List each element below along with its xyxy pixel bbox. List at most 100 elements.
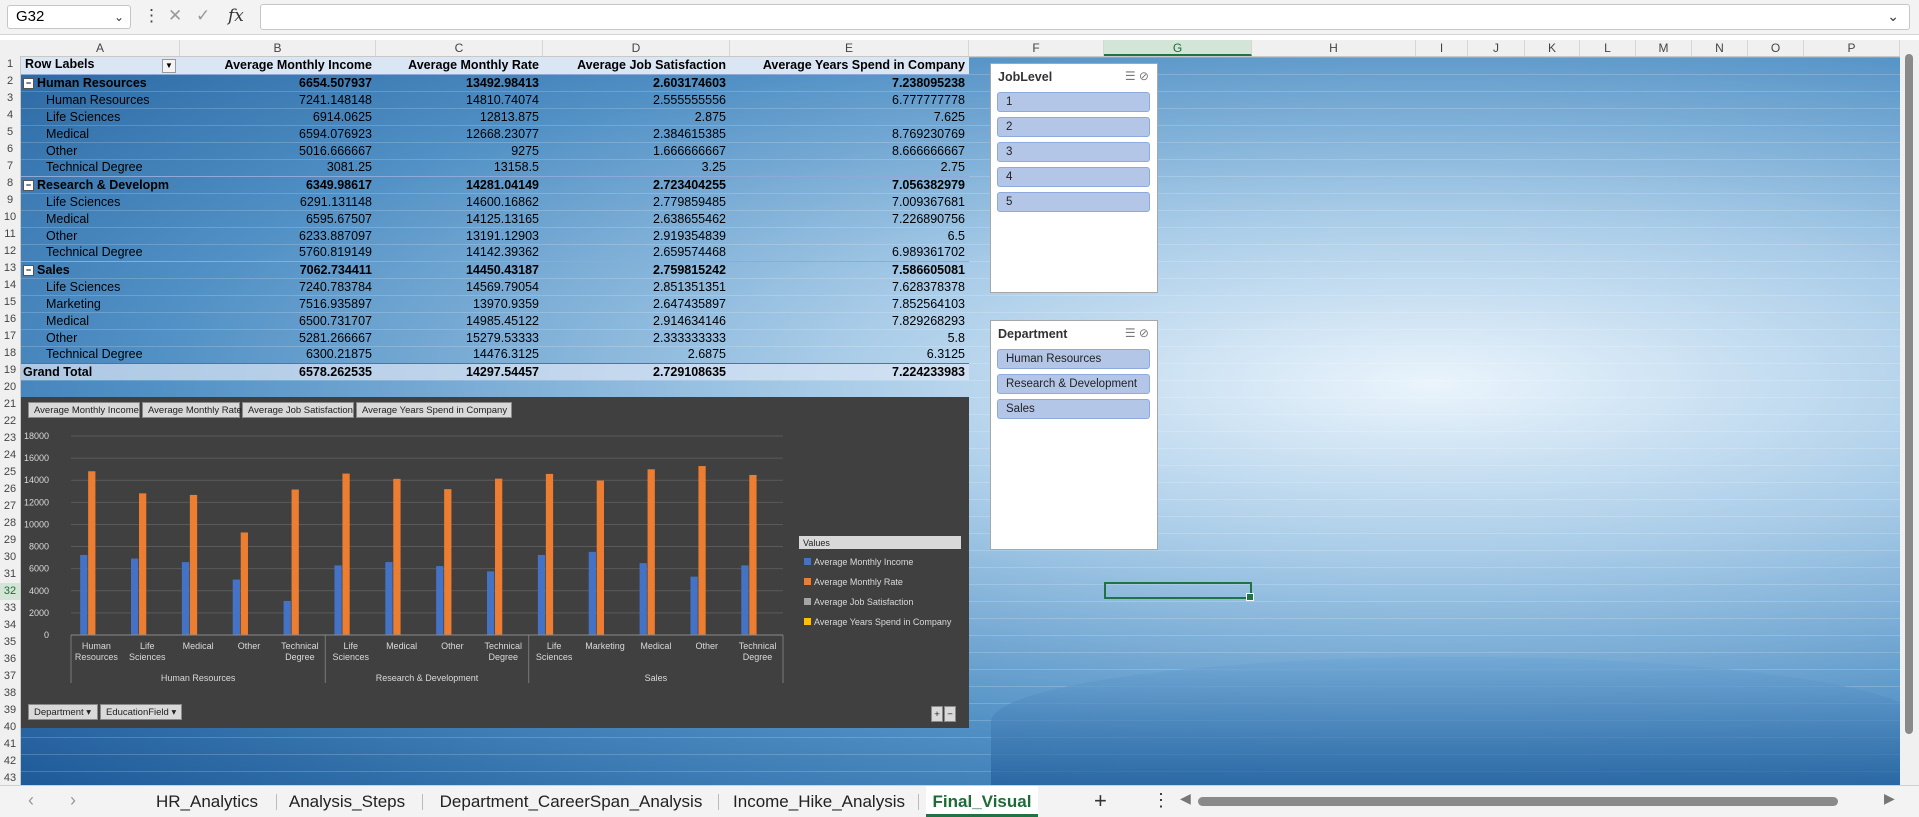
value-cell[interactable]: 1.666666667	[543, 142, 730, 159]
column-header[interactable]: P	[1804, 40, 1900, 56]
sheet-tab[interactable]: Final_Visual	[926, 786, 1038, 817]
row-label-cell[interactable]: Marketing	[21, 295, 180, 312]
value-field-button[interactable]: Average Monthly Rate	[142, 402, 240, 418]
value-cell[interactable]: 12668.23077	[376, 125, 543, 142]
value-cell[interactable]: 14476.3125	[376, 346, 543, 363]
value-field-button[interactable]: Average Years Spend in Company	[356, 402, 512, 418]
row-label-cell[interactable]: Life Sciences	[21, 193, 180, 210]
row-header[interactable]: 35	[0, 634, 20, 651]
row-header[interactable]: 31	[0, 566, 20, 583]
pivot-group-row[interactable]: −Sales7062.73441114450.431872.7598152427…	[21, 261, 969, 278]
pivot-chart[interactable]: 0200040006000800010000120001400016000180…	[21, 397, 969, 728]
value-cell[interactable]: 7.224233983	[730, 363, 969, 380]
row-label-cell[interactable]: Technical Degree	[21, 159, 180, 176]
value-cell[interactable]: 7062.734411	[180, 261, 376, 278]
value-cell[interactable]: 13191.12903	[376, 227, 543, 244]
column-header[interactable]: J	[1468, 40, 1525, 56]
row-header[interactable]: 4	[0, 107, 20, 124]
row-header[interactable]: 22	[0, 413, 20, 430]
pivot-row[interactable]: Medical6594.07692312668.230772.384615385…	[21, 125, 969, 142]
value-cell[interactable]: 2.723404255	[543, 176, 730, 193]
value-cell[interactable]: 6.3125	[730, 346, 969, 363]
row-header[interactable]: 30	[0, 549, 20, 566]
value-cell[interactable]: 2.875	[543, 108, 730, 125]
department-slicer[interactable]: Department ☰ ⊘ Human ResourcesResearch &…	[990, 320, 1158, 550]
row-header[interactable]: 27	[0, 498, 20, 515]
value-cell[interactable]: 7241.148148	[180, 91, 376, 108]
row-header[interactable]: 9	[0, 192, 20, 209]
value-cell[interactable]: 14281.04149	[376, 176, 543, 193]
value-cell[interactable]: 2.6875	[543, 346, 730, 363]
dropdown-arrow-icon[interactable]: ▾	[169, 707, 176, 718]
multi-select-icon[interactable]: ☰ ⊘	[1125, 69, 1149, 83]
vertical-scrollbar[interactable]	[1900, 40, 1919, 785]
value-cell[interactable]: 14569.79054	[376, 278, 543, 295]
column-header[interactable]: K	[1525, 40, 1580, 56]
row-label-cell[interactable]: Other	[21, 227, 180, 244]
worksheet[interactable]: ABCDEFGHIJKLMNOPQ 1234567891011121314151…	[0, 40, 1919, 785]
slicer-item[interactable]: Sales	[997, 399, 1150, 419]
horizontal-scrollbar[interactable]	[1198, 794, 1878, 808]
axis-field-button[interactable]: EducationField ▾	[100, 704, 182, 720]
value-cell[interactable]: 2.659574468	[543, 244, 730, 261]
row-header[interactable]: 5	[0, 124, 20, 141]
row-header[interactable]: 18	[0, 345, 20, 362]
value-cell[interactable]: 2.759815242	[543, 261, 730, 278]
row-header[interactable]: 19	[0, 362, 20, 379]
row-header[interactable]: 21	[0, 396, 20, 413]
value-cell[interactable]: 7.625	[730, 108, 969, 125]
value-cell[interactable]: 6.777777778	[730, 91, 969, 108]
value-cell[interactable]: 14985.45122	[376, 312, 543, 329]
row-label-cell[interactable]: Medical	[21, 125, 180, 142]
column-header[interactable]: L	[1580, 40, 1636, 56]
column-header[interactable]: G	[1104, 40, 1252, 56]
more-options-icon[interactable]: ⋮	[143, 6, 160, 26]
value-cell[interactable]: 5016.666667	[180, 142, 376, 159]
clear-filter-icon[interactable]: ☰ ⊘	[1125, 326, 1149, 340]
value-cell[interactable]: 6291.131148	[180, 193, 376, 210]
pivot-row[interactable]: Other5281.26666715279.533332.3333333335.…	[21, 329, 969, 346]
row-header[interactable]: 8	[0, 175, 20, 192]
collapse-field-button[interactable]: −	[944, 706, 956, 722]
pivot-group-row[interactable]: −Research & Developm6349.9861714281.0414…	[21, 176, 969, 193]
row-label-cell[interactable]: −Research & Developm	[21, 176, 180, 193]
row-header[interactable]: 2	[0, 73, 20, 90]
row-label-cell[interactable]: −Sales	[21, 261, 180, 278]
value-cell[interactable]: 2.729108635	[543, 363, 730, 380]
hscroll-right-icon[interactable]: ▶	[1884, 790, 1895, 807]
sheet-tab[interactable]: HR_Analytics	[142, 786, 272, 817]
pivot-table[interactable]: Row Labels▼Average Monthly IncomeAverage…	[21, 57, 969, 380]
row-header[interactable]: 10	[0, 209, 20, 226]
sheet-options-icon[interactable]: ⋮	[1152, 790, 1170, 811]
active-cell[interactable]	[1104, 582, 1252, 599]
column-header[interactable]: B	[180, 40, 376, 56]
value-field-button[interactable]: Average Monthly Income	[28, 402, 140, 418]
pivot-row[interactable]: Human Resources7241.14814814810.740742.5…	[21, 91, 969, 108]
filter-dropdown-icon[interactable]: ▼	[162, 59, 176, 73]
row-label-cell[interactable]: Technical Degree	[21, 244, 180, 261]
value-cell[interactable]: 13158.5	[376, 159, 543, 176]
value-cell[interactable]: 15279.53333	[376, 329, 543, 346]
column-header[interactable]: O	[1748, 40, 1804, 56]
cancel-icon[interactable]: ✕	[168, 6, 182, 26]
row-label-cell[interactable]: Medical	[21, 210, 180, 227]
pivot-row[interactable]: Medical6500.73170714985.451222.914634146…	[21, 312, 969, 329]
value-cell[interactable]: 2.333333333	[543, 329, 730, 346]
joblevel-slicer[interactable]: JobLevel ☰ ⊘ 12345	[990, 63, 1158, 293]
row-header[interactable]: 20	[0, 379, 20, 396]
value-cell[interactable]: 7.586605081	[730, 261, 969, 278]
value-cell[interactable]: 7.056382979	[730, 176, 969, 193]
value-cell[interactable]: 14810.74074	[376, 91, 543, 108]
value-cell[interactable]: 2.647435897	[543, 295, 730, 312]
value-cell[interactable]: 2.603174603	[543, 74, 730, 91]
value-cell[interactable]: 6.989361702	[730, 244, 969, 261]
pivot-group-row[interactable]: −Human Resources6654.50793713492.984132.…	[21, 74, 969, 91]
value-cell[interactable]: 14142.39362	[376, 244, 543, 261]
value-cell[interactable]: 2.638655462	[543, 210, 730, 227]
column-header[interactable]: N	[1692, 40, 1748, 56]
value-cell[interactable]: 8.666666667	[730, 142, 969, 159]
row-header[interactable]: 42	[0, 753, 20, 770]
enter-icon[interactable]: ✓	[196, 6, 210, 26]
hscroll-left-icon[interactable]: ◀	[1180, 790, 1191, 807]
row-header[interactable]: 25	[0, 464, 20, 481]
